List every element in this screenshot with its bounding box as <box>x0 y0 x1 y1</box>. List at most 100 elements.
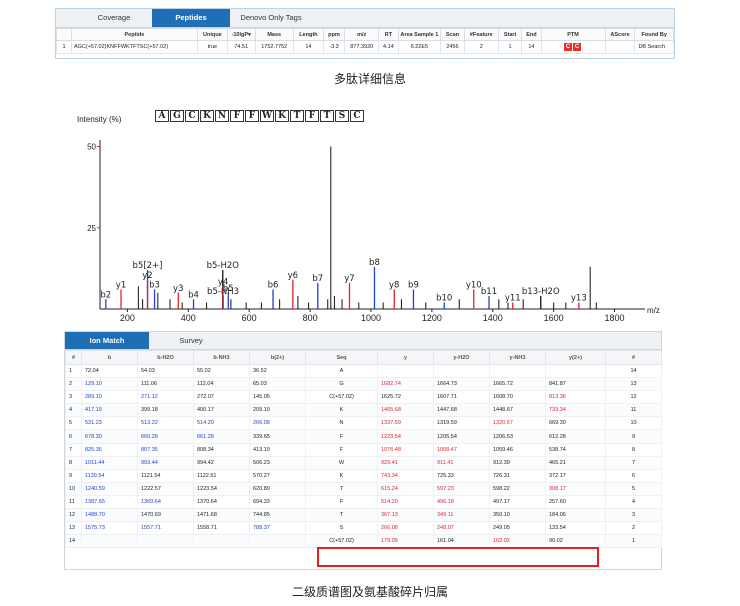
ion-cell: 72.04 <box>81 363 138 379</box>
peptide-col-header[interactable]: Unique <box>196 28 228 41</box>
y-tick-label: 50 <box>87 143 96 152</box>
ion-cell: C(+57.02) <box>305 534 378 549</box>
ion-cell: 266.08 <box>377 521 434 536</box>
ion-cell: 10 <box>605 416 662 431</box>
peptide-col-header[interactable]: #Feature <box>463 28 499 41</box>
ion-cell: 993.44 <box>137 455 194 470</box>
ion-cell: 1206.53 <box>489 429 546 444</box>
ion-col-header[interactable]: Seq <box>305 350 378 365</box>
peptide-col-header[interactable]: AScore <box>604 28 636 41</box>
ion-table-row[interactable]: 5 531.23 513.22 514.20 266.08 N 1337.59 1319.59… <box>65 416 662 431</box>
peptide-col-header[interactable]: Scan <box>440 28 465 41</box>
ion-table-row[interactable]: 1 72.04 54.03 55.02 36.52 A 14 <box>65 363 662 379</box>
ion-cell: 994.42 <box>193 455 250 470</box>
ion-cell: 1059.46 <box>489 442 546 457</box>
x-tick-label: 200 <box>120 313 135 323</box>
ion-col-header[interactable]: # <box>605 350 662 365</box>
ion-cell: 726.31 <box>489 468 546 483</box>
peak-label: y13 <box>571 294 587 304</box>
ion-cell: 54.03 <box>137 363 194 379</box>
ion-cell: 12 <box>65 508 82 523</box>
ion-cell: 271.12 <box>137 390 194 405</box>
ion-cell: 272.07 <box>193 390 250 405</box>
tab-coverage[interactable]: Coverage <box>76 9 152 27</box>
peptide-col-header[interactable]: Length <box>292 28 324 41</box>
peptide-cell: 14 <box>292 40 324 54</box>
ion-table-row[interactable]: 12 1488.70 1470.69 1471.68 744.85 T 367.13 349.… <box>65 508 662 523</box>
ion-table-row[interactable]: 13 1575.73 1557.71 1558.71 788.37 S 266.08 248.… <box>65 521 662 536</box>
ion-cell: 9 <box>65 468 82 483</box>
ion-cell: 6 <box>605 468 662 483</box>
ion-col-header[interactable]: b-H2O <box>137 350 194 365</box>
peptide-col-header[interactable]: Found By <box>634 28 674 41</box>
ion-cell: 597.23 <box>433 481 490 496</box>
ion-cell: 1682.74 <box>377 377 434 392</box>
ion-table-row[interactable]: 7 825.36 807.35 808.34 413.19 F 1076.48 1058.47… <box>65 442 662 457</box>
ion-table-row[interactable]: 2 129.10 111.06 112.04 65.03 G 1682.74 1664.73 1… <box>65 377 662 392</box>
ion-table-row[interactable]: 9 1139.54 1121.54 1122.51 570.27 K 743.34 725.3… <box>65 468 662 483</box>
ion-col-header[interactable]: b(2+) <box>249 350 306 365</box>
peptide-col-header[interactable]: ppm <box>322 28 346 41</box>
peptide-col-header[interactable]: RT <box>378 28 399 41</box>
peptide-col-header[interactable]: Area Sample 1 <box>397 28 442 41</box>
ion-table-row[interactable]: 11 1387.65 1369.64 1370.64 694.33 F 514.20 496.… <box>65 494 662 510</box>
ion-table-row[interactable]: 3 289.10 271.12 272.07 145.05 C(+57.02) 1625.7… <box>65 390 662 405</box>
peptide-col-header[interactable]: PTM <box>540 28 606 41</box>
peptide-col-header[interactable]: m/z <box>344 28 380 41</box>
peptide-col-header[interactable]: Mass <box>254 28 294 41</box>
peak-label: b4 <box>188 290 199 300</box>
ion-table-row[interactable]: 4 417.19 399.18 400.17 209.10 K 1465.68 1447.68… <box>65 403 662 418</box>
ion-cell: 161.04 <box>433 534 490 549</box>
ion-col-header[interactable]: # <box>65 350 82 365</box>
ion-table-row[interactable]: 10 1240.59 1222.57 1223.54 620.80 T 615.24 597.… <box>65 481 662 496</box>
ion-cell: 266.08 <box>249 416 306 431</box>
tab-ion-match[interactable]: Ion Match <box>65 332 149 349</box>
ion-cell: 5 <box>605 481 662 496</box>
ion-cell: 339.65 <box>249 429 306 444</box>
ion-col-header[interactable]: y-NH3 <box>489 350 546 365</box>
ion-col-header[interactable]: y-H2O <box>433 350 490 365</box>
peptide-col-header[interactable]: End <box>521 28 542 41</box>
peptide-col-header[interactable]: -10lgP▾ <box>226 28 256 41</box>
tab-peptides[interactable]: Peptides <box>152 9 230 27</box>
ptm-badge[interactable]: C <box>564 43 573 51</box>
peptide-col-header[interactable]: Start <box>497 28 523 41</box>
ion-cell: 1223.54 <box>193 481 250 496</box>
ion-cell: 1320.57 <box>489 416 546 431</box>
ion-cell: 1369.64 <box>137 494 194 510</box>
tab-denovo-only-tags[interactable]: Denovo Only Tags <box>230 9 312 27</box>
ion-cell: 1557.71 <box>137 521 194 536</box>
ion-cell: 1319.59 <box>433 416 490 431</box>
ion-table-row[interactable]: 6 678.30 660.28 661.28 339.65 F 1223.54 1205.54… <box>65 429 662 444</box>
ion-cell: 1370.64 <box>193 494 250 510</box>
ion-table-row[interactable]: 8 1011.44 993.44 994.42 506.23 W 929.41 911.41 9… <box>65 455 662 470</box>
ion-cell: 179.05 <box>377 534 434 549</box>
peak-label: y7 <box>344 274 354 284</box>
peak-label: y1 <box>116 281 126 291</box>
peptide-panel: Coverage Peptides Denovo Only Tags Pepti… <box>55 8 675 59</box>
ion-cell: 4 <box>605 494 662 510</box>
ion-col-header[interactable]: y <box>377 350 434 365</box>
ion-cell: 1011.44 <box>81 455 138 470</box>
ion-cell: T <box>305 508 378 523</box>
ion-table-row[interactable]: 14 C(+57.02) 179.05 161.04 162.02 90.02 1 <box>65 534 662 549</box>
tab-survey[interactable]: Survey <box>149 332 233 349</box>
ptm-badge[interactable]: C <box>573 43 582 51</box>
ion-cell: C(+57.02) <box>305 390 378 405</box>
ion-cell: 13 <box>65 521 82 536</box>
ion-cell: 497.17 <box>489 494 546 510</box>
y-tick-label: 25 <box>87 224 96 233</box>
ion-cell: 413.19 <box>249 442 306 457</box>
ion-cell <box>137 534 194 549</box>
ion-col-header[interactable]: b-NH3 <box>193 350 250 365</box>
ion-col-header[interactable]: y(2+) <box>545 350 606 365</box>
ion-cell: 1448.67 <box>489 403 546 418</box>
tabbar-spacer <box>56 9 76 27</box>
x-axis-unit: m/z <box>647 306 660 315</box>
ion-col-header[interactable]: b <box>81 350 138 365</box>
peptide-col-header[interactable] <box>56 28 72 41</box>
peptide-row[interactable]: 1 AGC(+57.02)KNFFWKTFTSC(+57.02) true 74.51… <box>56 40 674 54</box>
ion-cell: G <box>305 377 378 392</box>
peptide-col-header[interactable]: Peptide <box>70 28 198 41</box>
ion-cell: 7 <box>605 455 662 470</box>
